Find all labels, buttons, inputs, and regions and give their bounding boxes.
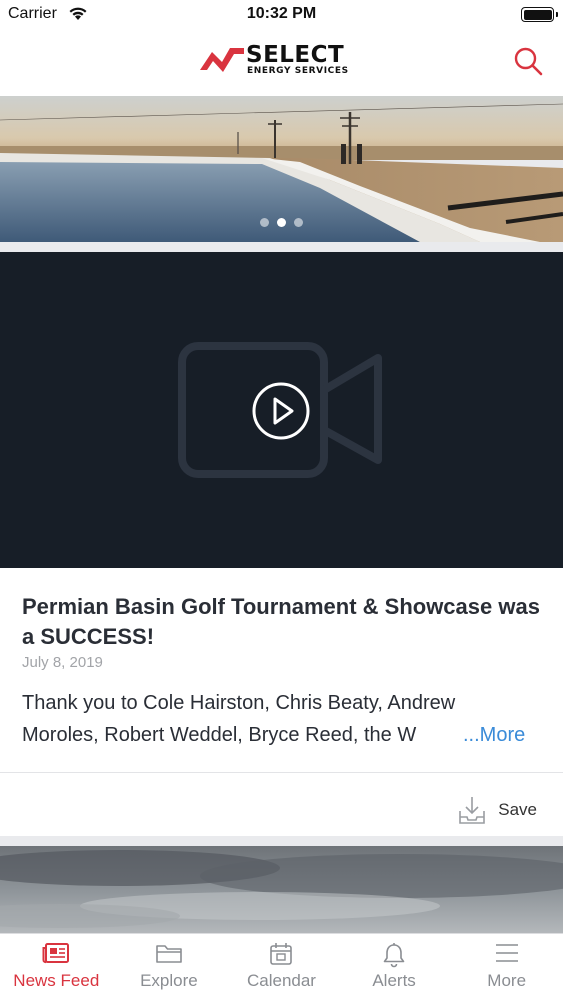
tab-alerts[interactable]: Alerts (338, 934, 451, 1000)
logo-mark-icon (200, 48, 244, 72)
next-post-image[interactable] (0, 846, 563, 936)
play-button[interactable] (252, 382, 310, 440)
folder-icon (156, 945, 182, 963)
battery-icon (521, 7, 558, 22)
storm-sky-image (0, 846, 563, 936)
download-tray-icon (459, 797, 486, 824)
tab-more[interactable]: More (450, 934, 563, 1000)
search-icon[interactable] (513, 46, 543, 76)
calendar-icon (270, 943, 293, 965)
nav-bar: SELECT ENERGY SERVICES (0, 30, 563, 96)
brand-logo: SELECT ENERGY SERVICES (200, 42, 365, 78)
save-label: Save (498, 800, 537, 819)
tab-explore[interactable]: Explore (113, 934, 226, 1000)
bell-icon (383, 943, 405, 968)
status-bar: Carrier 10:32 PM (0, 0, 563, 30)
hero-carousel[interactable] (0, 96, 563, 242)
tab-label: Calendar (246, 971, 316, 990)
logo-wordmark: SELECT (246, 42, 345, 68)
tab-label: More (487, 971, 527, 990)
video-player[interactable] (0, 252, 563, 568)
divider (0, 772, 563, 773)
carousel-dot[interactable] (260, 218, 269, 227)
tab-label: Explore (140, 971, 198, 990)
post-body-line: Moroles, Robert Weddel, Bryce Reed, the … (22, 724, 417, 746)
carousel-dot-active[interactable] (277, 218, 286, 227)
save-button[interactable]: Save (458, 792, 537, 828)
tab-bar: News Feed Explore Calendar Alerts More (0, 933, 563, 1000)
post-date: July 8, 2019 (22, 654, 103, 671)
status-time: 10:32 PM (246, 5, 317, 22)
carousel-indicator (0, 214, 563, 232)
tab-calendar[interactable]: Calendar (225, 934, 338, 1000)
newspaper-icon (42, 943, 70, 964)
post-body-line: Thank you to Cole Hairston, Chris Beaty,… (22, 692, 456, 714)
news-post-card: Permian Basin Golf Tournament & Showcase… (0, 252, 563, 836)
tab-label: Alerts (372, 971, 416, 990)
post-title[interactable]: Permian Basin Golf Tournament & Showcase… (22, 592, 542, 652)
menu-icon (495, 944, 518, 962)
logo-subtitle: ENERGY SERVICES (247, 66, 349, 76)
read-more-link[interactable]: ...More (463, 719, 525, 751)
tab-label: News Feed (13, 971, 100, 990)
carousel-dot[interactable] (294, 218, 303, 227)
tab-news-feed[interactable]: News Feed (0, 934, 113, 1000)
